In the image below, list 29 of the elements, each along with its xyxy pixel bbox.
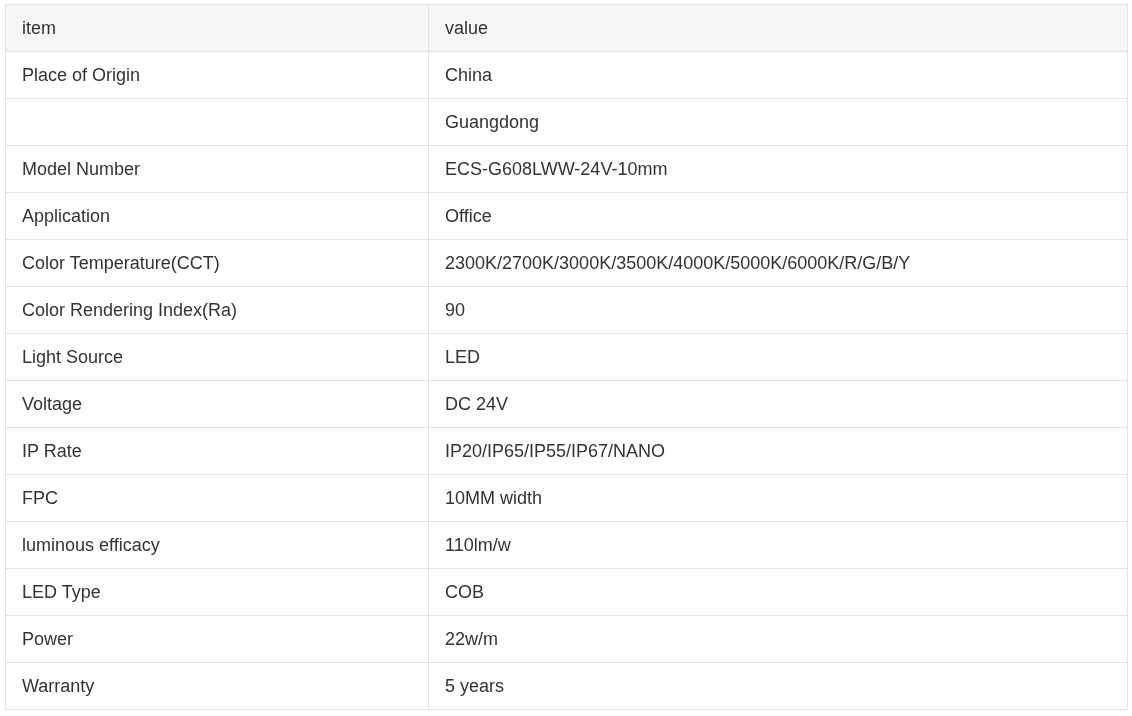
table-cell: 2300K/2700K/3000K/3500K/4000K/5000K/6000K/R/G/B/Y xyxy=(428,239,1128,287)
table-cell: 5 years xyxy=(428,662,1128,710)
table-cell: FPC xyxy=(5,474,429,522)
table-cell: Warranty xyxy=(5,662,429,710)
table-cell: Model Number xyxy=(5,145,429,193)
table-cell: 22w/m xyxy=(428,615,1128,663)
table-cell: LED xyxy=(428,333,1128,381)
column-header: item xyxy=(5,4,429,52)
column-header: value xyxy=(428,4,1128,52)
table-cell: DC 24V xyxy=(428,380,1128,428)
table-cell: LED Type xyxy=(5,568,429,616)
table-cell: Light Source xyxy=(5,333,429,381)
table-cell: Office xyxy=(428,192,1128,240)
table-cell: IP Rate xyxy=(5,427,429,475)
table-cell: COB xyxy=(428,568,1128,616)
table-cell: IP20/IP65/IP55/IP67/NANO xyxy=(428,427,1128,475)
table-cell: 90 xyxy=(428,286,1128,334)
table-cell: Color Rendering Index(Ra) xyxy=(5,286,429,334)
table-cell: Place of Origin xyxy=(5,51,429,99)
table-cell: Guangdong xyxy=(428,98,1128,146)
table-cell: ECS-G608LWW-24V-10mm xyxy=(428,145,1128,193)
table-cell: Power xyxy=(5,615,429,663)
table-cell: 10MM width xyxy=(428,474,1128,522)
table-cell: Voltage xyxy=(5,380,429,428)
table-cell: Color Temperature(CCT) xyxy=(5,239,429,287)
table-cell: luminous efficacy xyxy=(5,521,429,569)
table-cell: 110lm/w xyxy=(428,521,1128,569)
table-cell: Application xyxy=(5,192,429,240)
table-cell: China xyxy=(428,51,1128,99)
